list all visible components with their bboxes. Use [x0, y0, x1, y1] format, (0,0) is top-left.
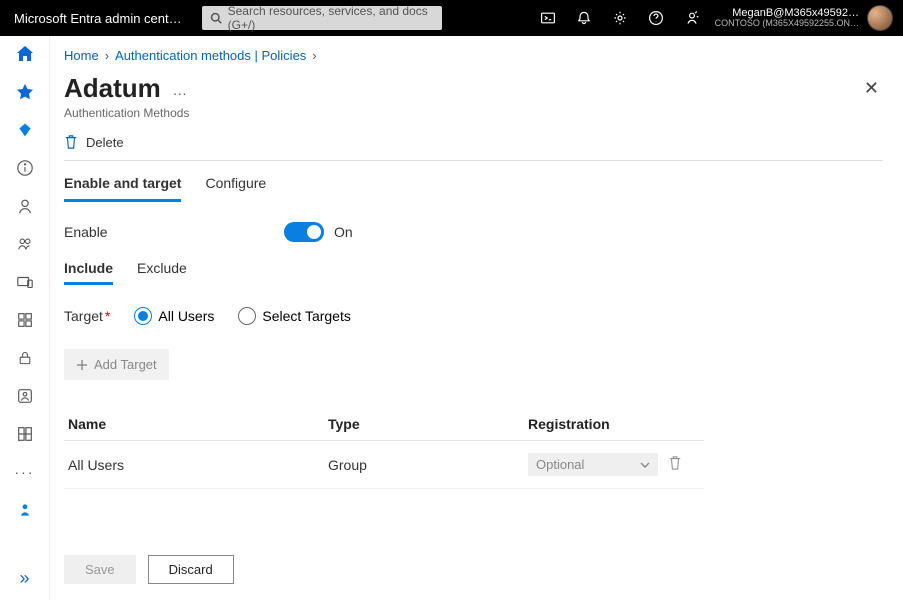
rail-groups-icon[interactable]: [13, 232, 37, 256]
rail-learn-icon[interactable]: [13, 498, 37, 522]
plus-icon: [76, 359, 88, 371]
col-name: Name: [64, 408, 324, 441]
cell-name: All Users: [64, 441, 324, 489]
rail-favorites-icon[interactable]: [13, 80, 37, 104]
targets-table: Name Type Registration All Users Group O…: [64, 408, 704, 489]
top-bar: Microsoft Entra admin cent… Search resou…: [0, 0, 903, 36]
trash-icon: [668, 455, 682, 471]
table-row[interactable]: All Users Group Optional: [64, 441, 704, 489]
enable-state: On: [334, 224, 353, 240]
page-subtitle: Authentication Methods: [64, 106, 883, 120]
help-icon[interactable]: [647, 9, 665, 27]
rail-diamond-icon[interactable]: [13, 118, 37, 142]
notifications-icon[interactable]: [575, 9, 593, 27]
more-actions-icon[interactable]: ···: [173, 85, 187, 101]
radio-all-users[interactable]: All Users: [134, 307, 214, 325]
rail-devices-icon[interactable]: [13, 270, 37, 294]
chevron-right-icon: ›: [105, 48, 109, 63]
breadcrumb: Home › Authentication methods | Policies…: [64, 48, 883, 63]
delete-button[interactable]: Delete: [64, 134, 883, 161]
breadcrumb-home[interactable]: Home: [64, 48, 99, 63]
rail-expand-icon[interactable]: »: [13, 566, 37, 590]
left-rail: ··· »: [0, 36, 50, 600]
target-label: Target: [64, 308, 103, 324]
enable-label: Enable: [64, 224, 284, 240]
rail-identity-governance-icon[interactable]: [13, 384, 37, 408]
col-type: Type: [324, 408, 524, 441]
global-search[interactable]: Search resources, services, and docs (G+…: [202, 6, 442, 30]
feedback-icon[interactable]: [683, 9, 701, 27]
trash-icon: [64, 134, 78, 150]
account-tenant: CONTOSO (M365X49592255.ON…: [715, 19, 859, 29]
discard-button[interactable]: Discard: [148, 555, 234, 584]
required-asterisk: *: [105, 308, 110, 324]
save-button[interactable]: Save: [64, 555, 136, 584]
registration-value: Optional: [536, 457, 584, 472]
add-target-button: Add Target: [64, 349, 169, 380]
delete-label: Delete: [86, 135, 124, 150]
rail-more-icon[interactable]: ···: [13, 460, 37, 484]
rail-info-icon[interactable]: [13, 156, 37, 180]
cloud-shell-icon[interactable]: [539, 9, 557, 27]
rail-external-identities-icon[interactable]: [13, 422, 37, 446]
registration-select[interactable]: Optional: [528, 453, 658, 476]
page-title: Adatum: [64, 73, 161, 104]
tab-include[interactable]: Include: [64, 260, 113, 285]
top-icons: [525, 9, 715, 27]
add-target-label: Add Target: [94, 357, 157, 372]
close-icon[interactable]: ✕: [860, 74, 883, 103]
radio-select-targets[interactable]: Select Targets: [238, 307, 350, 325]
col-registration: Registration: [524, 408, 664, 441]
main-content: Home › Authentication methods | Policies…: [50, 36, 903, 600]
enable-toggle[interactable]: [284, 222, 324, 242]
tab-enable-and-target[interactable]: Enable and target: [64, 175, 181, 202]
row-delete-button[interactable]: [664, 441, 704, 489]
rail-home-icon[interactable]: [13, 42, 37, 66]
cell-type: Group: [324, 441, 524, 489]
account-block[interactable]: MeganB@M365x49592… CONTOSO (M365X4959225…: [715, 5, 903, 31]
chevron-down-icon: [640, 460, 650, 470]
tab-configure[interactable]: Configure: [205, 175, 266, 202]
brand-label: Microsoft Entra admin cent…: [0, 11, 196, 26]
search-placeholder: Search resources, services, and docs (G+…: [228, 4, 434, 32]
search-icon: [210, 12, 222, 24]
breadcrumb-path[interactable]: Authentication methods | Policies: [115, 48, 306, 63]
chevron-right-icon: ›: [312, 48, 316, 63]
rail-user-icon[interactable]: [13, 194, 37, 218]
rail-lock-icon[interactable]: [13, 346, 37, 370]
settings-icon[interactable]: [611, 9, 629, 27]
tab-exclude[interactable]: Exclude: [137, 260, 187, 285]
rail-apps-icon[interactable]: [13, 308, 37, 332]
radio-select-targets-label: Select Targets: [262, 308, 350, 324]
radio-all-users-label: All Users: [158, 308, 214, 324]
account-email: MeganB@M365x49592…: [715, 7, 859, 19]
avatar[interactable]: [867, 5, 893, 31]
